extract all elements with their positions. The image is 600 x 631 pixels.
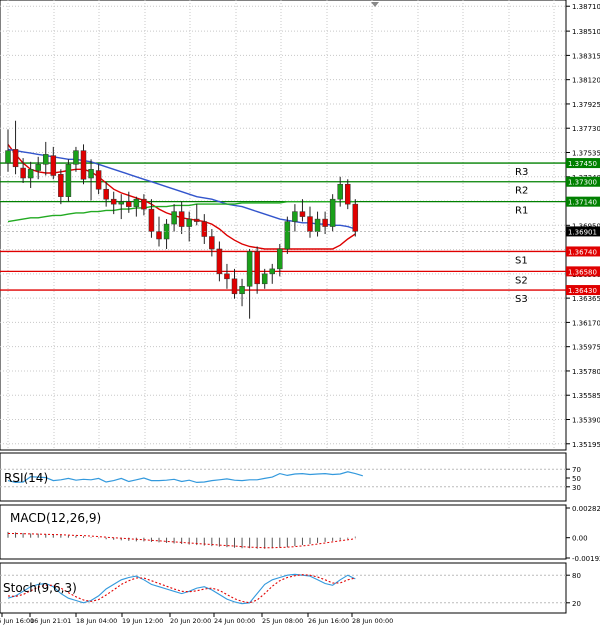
stoch-tick-label: 20 xyxy=(572,600,581,608)
time-tick-label: 26 Jun 16:00 xyxy=(308,617,349,625)
candle-bearish xyxy=(231,278,238,295)
candle-bearish xyxy=(58,174,64,197)
time-tick-label: 25 Jun 08:00 xyxy=(262,617,303,625)
candle-bullish xyxy=(5,150,11,164)
price-tick-label: 1.38710 xyxy=(572,3,600,11)
pivot-label-s3: S3 xyxy=(515,294,528,305)
chart-canvas: R3 R2 R1 S1 S2 S3 1.38710 1.38510 1.38315 1.3812… xyxy=(0,0,600,627)
rsi-tick-label: 50 xyxy=(572,475,581,483)
candle-bearish xyxy=(322,218,328,227)
current-price-tag: 1.36901 xyxy=(568,228,597,236)
pivot-price-tag: 1.36430 xyxy=(568,287,597,295)
candle-bearish xyxy=(352,203,359,232)
candle-bullish xyxy=(171,211,177,225)
price-tick-label: 1.38315 xyxy=(572,52,600,60)
candle-bearish xyxy=(224,273,230,280)
candle-bullish xyxy=(329,198,336,227)
macd-title: MACD(12,26,9) xyxy=(10,511,101,525)
rsi-title: RSI(14) xyxy=(4,471,48,485)
candle-bearish xyxy=(80,150,87,180)
time-tick-label: 20 Jun 20:00 xyxy=(170,617,211,625)
pivot-price-tag: 1.37300 xyxy=(568,179,597,187)
candle-bearish xyxy=(201,221,208,237)
price-tick-label: 1.37925 xyxy=(572,101,600,109)
pivot-price-tag: 1.37140 xyxy=(568,199,597,207)
candle-bullish xyxy=(269,268,275,275)
candle-bearish xyxy=(141,198,147,210)
stoch-panel: 80 20 Stoch(9,6,3) xyxy=(0,562,581,614)
candle-bearish xyxy=(103,188,109,200)
price-tick-label: 1.35780 xyxy=(572,368,600,376)
price-tick-label: 1.38510 xyxy=(572,28,600,36)
candle-bullish xyxy=(261,273,268,285)
price-tick-label: 1.35390 xyxy=(572,417,600,425)
price-tick-label: 1.35585 xyxy=(572,392,600,400)
stoch-title: Stoch(9,6,3) xyxy=(3,581,77,595)
candle-bearish xyxy=(110,198,117,205)
candle-bullish xyxy=(88,169,94,179)
candle-bearish xyxy=(345,183,351,205)
candle-bullish xyxy=(27,169,34,179)
price-tick-label: 1.36170 xyxy=(572,319,600,327)
price-tick-label: 1.35975 xyxy=(572,344,600,352)
candle-bearish xyxy=(50,155,57,176)
rsi-tick-label: 70 xyxy=(572,466,581,474)
pivot-label-s1: S1 xyxy=(515,255,528,266)
candle-bullish xyxy=(284,221,291,250)
forex-chart-window: R3 R2 R1 S1 S2 S3 1.38710 1.38510 1.38315 1.3812… xyxy=(0,0,600,627)
time-tick-label: 18 Jun 04:00 xyxy=(76,617,117,625)
candle-bearish xyxy=(148,208,155,232)
candle-bearish xyxy=(307,216,313,232)
time-tick-label: 16 Jun 21:01 xyxy=(30,617,71,625)
candle-bullish xyxy=(277,248,283,270)
pivot-label-r1: R1 xyxy=(515,206,528,217)
price-tick-label: 1.37535 xyxy=(572,149,600,157)
candle-bullish xyxy=(43,154,49,165)
candle-bearish xyxy=(20,167,26,179)
price-tick-label: 1.38120 xyxy=(572,77,600,85)
pivot-label-r3: R3 xyxy=(515,167,528,178)
rsi-tick-label: 30 xyxy=(572,484,581,492)
candle-bearish xyxy=(126,201,132,207)
pivot-price-tag: 1.36740 xyxy=(568,248,597,256)
macd-tick-label: 0.00 xyxy=(572,535,588,543)
candle-bearish xyxy=(209,236,215,250)
candle-bearish xyxy=(216,248,223,275)
candle-bullish xyxy=(337,183,343,200)
time-tick-label: 24 Jun 00:00 xyxy=(214,617,255,625)
rsi-panel: 705030 RSI(14) xyxy=(0,452,581,502)
price-tick-label: 1.36365 xyxy=(572,295,600,303)
candle-bullish xyxy=(314,218,321,232)
pivot-price-tag: 1.37450 xyxy=(568,160,597,168)
pivot-label-r2: R2 xyxy=(515,186,528,197)
candle-bearish xyxy=(254,251,260,285)
stoch-tick-label: 80 xyxy=(572,572,581,580)
candle-bearish xyxy=(95,170,102,190)
candle-bullish xyxy=(118,201,124,205)
pivot-label-s2: S2 xyxy=(515,275,528,286)
candle-bullish xyxy=(65,164,72,197)
candle-bullish xyxy=(186,218,192,227)
candle-bullish xyxy=(239,286,245,295)
time-tick-label: 28 Jun 00:00 xyxy=(352,617,393,625)
candle-bullish xyxy=(292,211,298,222)
candle-bullish xyxy=(246,251,253,287)
candle-bearish xyxy=(156,231,162,240)
candle-bearish xyxy=(12,149,19,168)
price-tick-label: 1.35195 xyxy=(572,441,600,449)
macd-tick-label: 0.00282 xyxy=(572,505,600,513)
candle-bullish xyxy=(133,198,140,207)
macd-tick-label: -0.001929 xyxy=(572,555,600,563)
price-panel: R3 R2 R1 S1 S2 S3 1.38710 1.38510 1.38315 1.3812… xyxy=(0,0,600,451)
pivot-price-tag: 1.36580 xyxy=(568,268,597,276)
candle-bullish xyxy=(35,164,41,171)
candle-bearish xyxy=(299,211,306,217)
price-tick-label: 1.37730 xyxy=(572,125,600,133)
candle-bearish xyxy=(178,211,185,227)
time-tick-label: 19 Jun 12:00 xyxy=(122,617,163,625)
macd-panel: 0.00282 0.00 -0.001929 MACD(12,26,9) xyxy=(0,504,600,563)
candle-bearish xyxy=(194,218,200,222)
candle-bullish xyxy=(73,150,79,165)
